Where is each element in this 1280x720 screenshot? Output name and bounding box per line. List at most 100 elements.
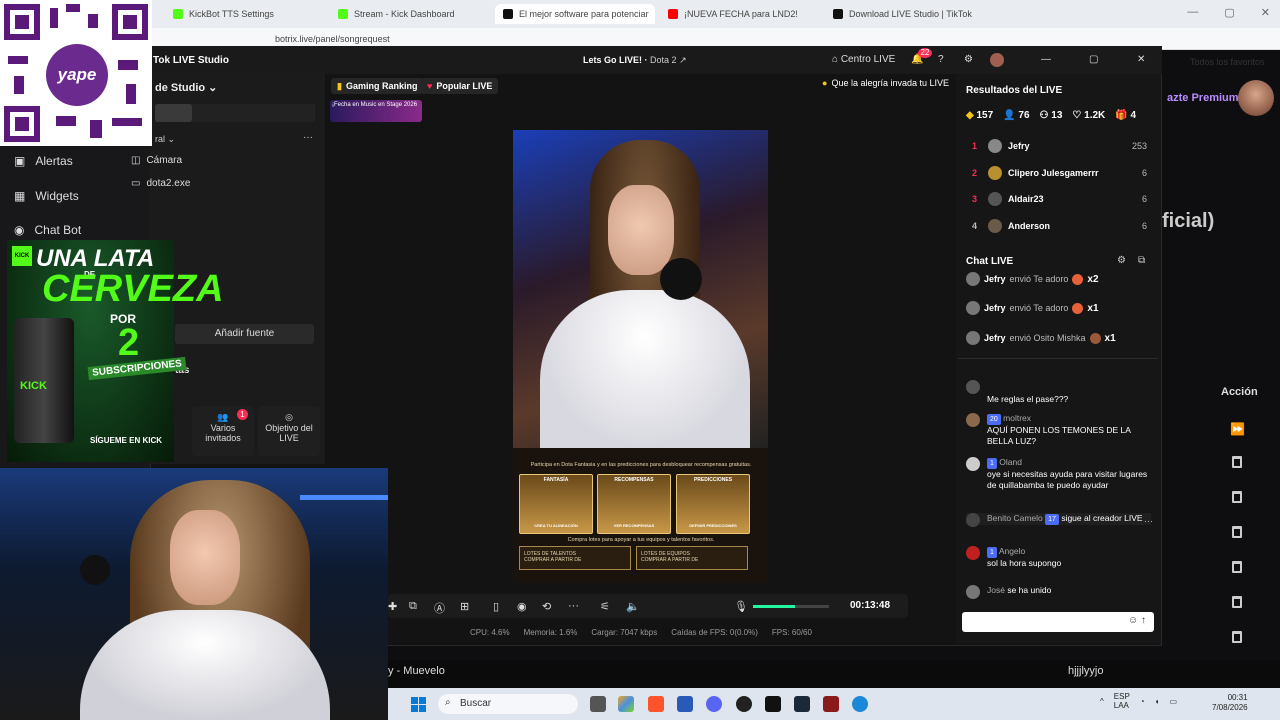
search-icon: ⌕	[445, 697, 451, 708]
support-text: Compra lotes para apoyar a tus equipos y…	[567, 537, 715, 543]
live-title[interactable]: Lets Go LIVE! · Dota 2 ↗	[583, 55, 687, 66]
chat-settings-icon[interactable]: ⚙	[1117, 255, 1126, 266]
volume-icon[interactable]: ◖	[1155, 697, 1160, 706]
close-icon[interactable]: ✕	[1137, 54, 1145, 65]
sidebar-item-widgets[interactable]: ▦ Widgets	[14, 189, 79, 203]
gaming-ranking-chip[interactable]: ▮ Gaming Ranking	[331, 78, 424, 94]
live-goal-button[interactable]: ◎ Objetivo del LIVE	[258, 406, 320, 456]
brave-icon[interactable]	[648, 696, 664, 712]
add-source-button[interactable]: Añadir fuente	[175, 324, 314, 344]
screen-capture-icon[interactable]: ⧉	[409, 600, 417, 613]
layout-tab-portrait[interactable]	[155, 104, 192, 122]
chat-message[interactable]: 1 Angelo sol la hora supongo	[966, 546, 1151, 569]
browser-tab-youtube[interactable]: ¡NUEVA FECHA para LND2!	[660, 4, 820, 24]
delete-icon[interactable]	[1232, 631, 1242, 643]
centro-live-button[interactable]: ⌂ Centro LIVE	[832, 54, 895, 65]
share-icon[interactable]: ↗	[679, 55, 687, 65]
sidebar-item-chat-bot[interactable]: ◉ Chat Bot	[14, 223, 81, 237]
more-options-icon[interactable]: ···	[1144, 516, 1153, 526]
popout-icon[interactable]: ⧉	[1138, 255, 1145, 266]
alegria-tip[interactable]: ● Que la alegría invada tu LIVE	[822, 78, 949, 88]
help-icon[interactable]: ?	[938, 54, 944, 65]
ranking-row[interactable]: 2 Clipero Julesgamerrr 6	[972, 166, 1147, 180]
streamer-face	[170, 510, 240, 605]
scene-selector[interactable]: de Studio ⌄	[155, 81, 217, 94]
sidebar-item-alertas[interactable]: ▣ Alertas	[14, 154, 73, 168]
chevron-up-icon[interactable]: ^	[1100, 697, 1104, 706]
avatar[interactable]	[1238, 80, 1274, 116]
layout-icon[interactable]: ⊞	[460, 600, 469, 613]
close-icon[interactable]: ✕	[1261, 6, 1270, 19]
browser-tab-kickbot[interactable]: KickBot TTS Settings	[165, 4, 325, 24]
avatar	[966, 457, 980, 471]
popular-live-chip[interactable]: ♥ Popular LIVE	[421, 78, 499, 94]
effects-icon[interactable]: ✚	[388, 600, 397, 613]
taskbar-clock[interactable]: 00:31 7/08/2026	[1212, 693, 1248, 713]
avatar[interactable]	[990, 53, 1004, 67]
maximize-icon[interactable]: ▢	[1089, 54, 1098, 65]
minimize-icon[interactable]: —	[1187, 6, 1198, 19]
discord-icon[interactable]	[706, 696, 722, 712]
source-item-camera[interactable]: ◫ Cámara	[131, 155, 182, 166]
microphone-icon[interactable]: 🎙	[734, 600, 748, 613]
more-icon[interactable]: ···	[568, 600, 579, 612]
ranking-row[interactable]: 4 Anderson 6	[972, 219, 1147, 233]
favorites-folder[interactable]: Todos los favoritos	[1190, 57, 1265, 67]
delete-icon[interactable]	[1232, 596, 1242, 608]
chat-input[interactable]: ☺ ↑	[962, 612, 1154, 632]
browser-tab-kick-dashboard[interactable]: Stream - Kick Dashboard	[330, 4, 490, 24]
edge-icon[interactable]	[852, 696, 868, 712]
streamer-coat	[540, 290, 750, 448]
auto-icon[interactable]: Ⓐ	[434, 600, 445, 616]
url-text[interactable]: botrix.live/panel/songrequest	[275, 34, 390, 44]
wifi-icon[interactable]: ◔	[1140, 697, 1145, 706]
browser-tab-tiktok-software[interactable]: El mejor software para potenciar ✕	[495, 4, 655, 24]
obs-icon[interactable]	[736, 696, 752, 712]
steam-icon[interactable]	[794, 696, 810, 712]
task-view-icon[interactable]	[590, 696, 606, 712]
windows-start-icon[interactable]	[411, 697, 426, 712]
tiktok-favicon-icon	[833, 9, 843, 19]
maximize-icon[interactable]: ▢	[1224, 6, 1234, 19]
promo-banner[interactable]: ¡Fecha en Music en Stage 2026	[330, 100, 422, 122]
delete-icon[interactable]	[1232, 456, 1242, 468]
minimize-icon[interactable]: —	[1041, 54, 1051, 65]
led-strip	[300, 495, 388, 500]
delete-icon[interactable]	[1232, 526, 1242, 538]
delete-icon[interactable]	[1232, 561, 1242, 573]
ranking-row[interactable]: 1 Jefry 253	[972, 139, 1147, 153]
browser-tab-tiktok-download[interactable]: Download LIVE Studio | TikTok	[825, 4, 985, 24]
chat-message[interactable]: 1 Oland oye si necesitas ayuda para visit…	[966, 457, 1151, 491]
store-icon[interactable]	[677, 696, 693, 712]
adjust-icon[interactable]: ⚟	[600, 600, 610, 613]
window-icon: ▭	[131, 178, 141, 189]
delete-icon[interactable]	[1232, 491, 1242, 503]
replay-icon[interactable]: ⟲	[542, 600, 551, 613]
person-icon: 👤	[1003, 110, 1016, 121]
microphone-icon	[80, 555, 110, 585]
avatar	[988, 166, 1002, 180]
settings-gear-icon[interactable]: ⚙	[964, 54, 973, 65]
dota-icon[interactable]	[823, 696, 839, 712]
speaker-icon[interactable]: 🔈	[626, 600, 640, 613]
section-general[interactable]: ral ⌄	[155, 134, 175, 145]
heart-icon: ♡	[1072, 110, 1082, 121]
send-icon[interactable]: ↑	[1141, 615, 1146, 626]
source-item-dota2[interactable]: ▭ dota2.exe	[131, 178, 190, 189]
heart-icon: ♥	[427, 81, 433, 91]
gifts-stat: 🎁 4	[1115, 110, 1137, 121]
emoji-icon[interactable]: ☺	[1128, 615, 1138, 626]
record-icon[interactable]: ◉	[517, 600, 527, 613]
battery-icon[interactable]: ▭	[1169, 697, 1177, 706]
portrait-icon[interactable]: ▯	[493, 600, 499, 613]
more-options-icon[interactable]: ···	[303, 132, 313, 143]
chat-message-hovered[interactable]: Benito Camelo 17 sigue al creador LIVE	[966, 513, 1151, 527]
copilot-icon[interactable]	[618, 696, 634, 712]
premium-link[interactable]: azte Premium	[1167, 92, 1239, 104]
tiktok-icon[interactable]	[765, 696, 781, 712]
skip-icon[interactable]: ⏩	[1230, 422, 1245, 436]
taskbar-search[interactable]: ⌕ Buscar	[438, 694, 578, 714]
chat-message[interactable]: 20 moltrex AQUÍ PONEN LOS TEMONES DE LA B…	[966, 413, 1151, 447]
ranking-row[interactable]: 3 Aldair23 6	[972, 192, 1147, 206]
chat-message[interactable]: Me reglas el pase???	[966, 380, 1151, 405]
